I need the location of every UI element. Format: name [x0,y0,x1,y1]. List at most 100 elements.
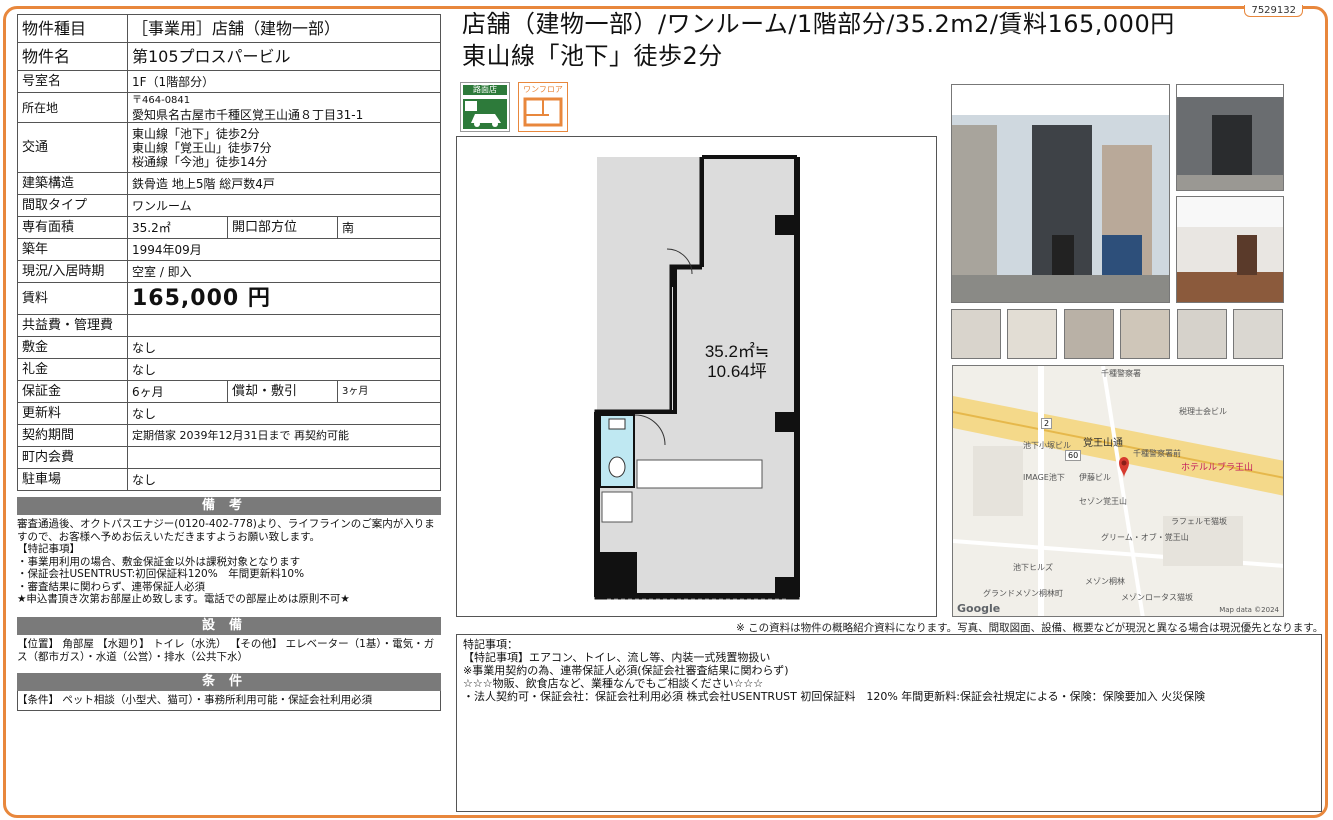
row-layout: 間取タイプ ワンルーム [17,194,441,217]
value: 1F（1階部分） [127,70,441,93]
thumbnail-6[interactable] [1233,309,1283,359]
label: 物件種目 [17,14,128,43]
interior-image [1177,197,1283,302]
floor-icon [523,97,563,127]
map-label: メゾンロータス猫坂 [1121,593,1193,602]
map-label: 伊藤ビル [1079,473,1111,482]
map-label: 千種警察署 [1101,369,1141,378]
floor-plan: 35.2㎡≒ 10.64坪 [456,136,937,617]
row-guarantee: 保証金 6ヶ月 償却・敷引 3ヶ月 [17,380,441,403]
zip-code: 〒464-0841 [132,94,191,106]
conditions-box [17,691,441,711]
value: 1994年09月 [127,238,441,261]
map-label: IMAGE池下 [1023,473,1065,482]
transit-line: 桜通線「今池」徒歩14分 [132,154,268,169]
label: 交通 [17,122,128,173]
route-2-shield: 2 [1041,418,1053,429]
route-60-shield: 60 [1065,450,1082,461]
entrance-photo[interactable] [1176,84,1284,191]
label: 契約期間 [17,424,128,447]
label: 駐車場 [17,468,128,491]
row-parking: 駐車場 なし [17,468,441,491]
badge-label: 路面店 [463,85,507,95]
row-status: 現況/入居時期 空室 / 即入 [17,260,441,283]
map-credit: Map data ©2024 [1219,606,1279,614]
section-bar-equipment: 設備 [17,617,441,635]
value: 南 [337,216,441,239]
location-map[interactable]: 2 60 千種警察署 税理士会ビル 覚王山通 池下小塚ビル 千種警察署前 ホテル… [952,365,1284,617]
label: 更新料 [17,402,128,425]
row-transit: 交通 東山線「池下」徒歩2分 東山線「覚王山」徒歩7分 桜通線「今池」徒歩14分 [17,122,441,173]
row-renewal: 更新料 なし [17,402,441,425]
value: 鉄骨造 地上5階 総戸数4戸 [127,172,441,195]
property-info-table: 物件種目 ［事業用］店舗（建物一部） 物件名 第105プロスパービル 号室名 1… [17,14,441,491]
label: 共益費・管理費 [17,314,128,337]
label: 開口部方位 [227,216,338,239]
row-address: 所在地 〒464-0841 愛知県名古屋市千種区覚王山通８丁目31-1 [17,92,441,123]
building-exterior-image [952,85,1169,302]
area-tsubo: 10.64坪 [707,362,767,381]
title-line-1: 店舗（建物一部）/ワンルーム/1階部分/35.2m2/賃料165,000円 [462,10,1175,38]
row-town-fee: 町内会費 [17,446,441,469]
value: 〒464-0841 愛知県名古屋市千種区覚王山通８丁目31-1 [127,92,441,123]
map-label: 千種警察署前 [1133,449,1181,458]
map-label: 税理士会ビル [1179,407,1227,416]
google-logo: Google [957,602,1001,615]
map-label: 池下小塚ビル [1023,441,1071,450]
value: なし [127,402,441,425]
value: ワンルーム [127,194,441,217]
label: 賃料 [17,282,128,315]
transit-line: 東山線「池下」徒歩2分 [132,126,260,141]
row-room: 号室名 1F（1階部分） [17,70,441,93]
value [127,314,441,337]
building-exterior-photo[interactable] [951,84,1170,303]
value: 35.2㎡ [127,216,228,239]
label: 礼金 [17,358,128,381]
label: 号室名 [17,70,128,93]
thumbnail-2[interactable] [1007,309,1057,359]
value: なし [127,336,441,359]
label: 築年 [17,238,128,261]
thumbnail-1[interactable] [951,309,1001,359]
row-structure: 建築構造 鉄骨造 地上5階 総戸数4戸 [17,172,441,195]
map-label: ラフェルモ猫坂 [1171,517,1227,526]
roadside-shop-badge: 路面店 [460,82,510,132]
disclaimer: ※ この資料は物件の概略紹介資料になります。写真、間取図面、設備、概要などが現況… [736,622,1324,634]
value: 3ヶ月 [337,380,441,403]
title-line-2: 東山線「池下」徒歩2分 [462,42,723,70]
thumbnail-3[interactable] [1064,309,1114,359]
row-rent: 賃料 165,000 円 [17,282,441,315]
label: 敷金 [17,336,128,359]
section-bar-remarks: 備考 [17,497,441,515]
row-area: 専有面積 35.2㎡ 開口部方位 南 [17,216,441,239]
map-label: グリーム・オブ・覚王山 [1101,533,1189,542]
interior-photo[interactable] [1176,196,1284,303]
row-name: 物件名 第105プロスパービル [17,42,441,71]
label: 現況/入居時期 [17,260,128,283]
car-icon [463,99,507,129]
value: ［事業用］店舗（建物一部） [127,14,441,43]
value: 空室 / 即入 [127,260,441,283]
label: 専有面積 [17,216,128,239]
map-label: セゾン覚王山 [1079,497,1127,506]
map-label: メゾン桐林 [1085,577,1125,586]
label: 所在地 [17,92,128,123]
thumbnail-5[interactable] [1177,309,1227,359]
map-label-hotel: ホテルルブラ王山 [1181,463,1254,473]
badge-label: ワンフロア [523,85,563,94]
label: 間取タイプ [17,194,128,217]
entrance-image [1177,85,1283,190]
map-label: 池下ヒルズ [1013,563,1053,572]
label: 建築構造 [17,172,128,195]
map-label: グランドメゾン桐林町 [983,589,1063,598]
value: 第105プロスパービル [127,42,441,71]
thumbnail-4[interactable] [1120,309,1170,359]
one-floor-badge: ワンフロア [518,82,568,132]
map-label-street: 覚王山通 [1083,438,1123,449]
value: なし [127,468,441,491]
label: 償却・敷引 [227,380,338,403]
row-key-money: 礼金 なし [17,358,441,381]
remarks-text: 審査通過後、オクトパスエナジー(0120-402-778)より、ライフラインのご… [17,518,435,605]
value: なし [127,358,441,381]
row-deposit: 敷金 なし [17,336,441,359]
